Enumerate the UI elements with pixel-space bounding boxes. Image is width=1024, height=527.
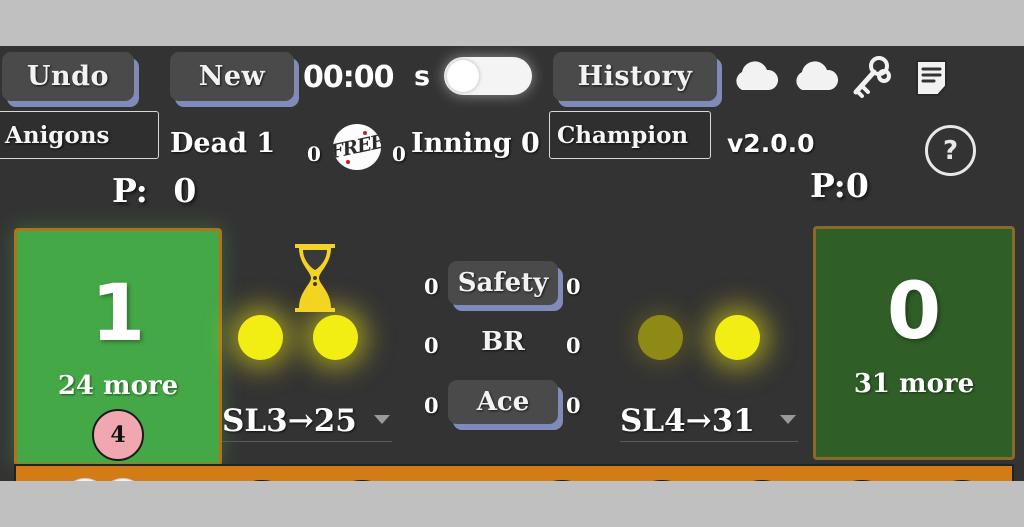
player1-current-ball[interactable]: 4 <box>92 409 144 461</box>
player1-sl-value: SL3→25 <box>222 403 357 439</box>
ace-count-left[interactable]: 0 <box>424 393 439 418</box>
timer-unit-label: s <box>414 61 431 92</box>
player2-more-text: 31 more <box>853 369 975 399</box>
player1-p-prefix: P: <box>112 171 148 210</box>
ace-row: 0 Ace 0 <box>410 380 600 428</box>
free-badge-icon[interactable]: FREE <box>333 124 381 170</box>
key-icon[interactable] <box>848 56 894 104</box>
safety-count-right[interactable]: 0 <box>566 274 581 299</box>
safety-count-left[interactable]: 0 <box>424 274 439 299</box>
player2-points-label: P:0 <box>810 166 869 205</box>
ace-button[interactable]: Ace <box>448 380 558 424</box>
player1-points-label: P: 0 <box>112 171 196 210</box>
undo-button[interactable]: Undo <box>2 52 134 101</box>
free-badge-label: FREE <box>333 130 381 164</box>
player2-score: 0 <box>886 267 942 357</box>
br-label: BR <box>481 327 525 357</box>
help-icon[interactable]: ? <box>925 125 976 176</box>
player2-lamp-1[interactable] <box>638 315 683 360</box>
player1-score-panel[interactable]: 1 24 more 4 <box>14 228 222 466</box>
ball-rack: DEAD 2356789 <box>14 464 1014 481</box>
new-game-button[interactable]: New <box>170 52 294 101</box>
system-status-bar <box>0 0 1024 46</box>
system-navigation-bar <box>0 481 1024 527</box>
dead-count-label: Dead 1 <box>170 128 276 159</box>
history-button[interactable]: History <box>553 52 717 101</box>
chevron-down-icon <box>374 415 390 424</box>
timer-display: 00:00 <box>303 60 394 95</box>
hourglass-icon[interactable] <box>287 240 343 320</box>
toggle-knob <box>447 60 479 92</box>
player1-p-value: 0 <box>173 171 197 210</box>
cloud-upload-icon[interactable] <box>729 56 779 102</box>
app-root: Undo New 00:00 s History Anigons Dead 1 … <box>0 46 1024 481</box>
inning-label: Inning 0 <box>411 128 540 159</box>
br-count-left[interactable]: 0 <box>424 333 439 358</box>
free-count-right[interactable]: 0 <box>392 142 406 166</box>
ace-count-right[interactable]: 0 <box>566 393 581 418</box>
cloud-download-icon[interactable] <box>789 56 839 102</box>
note-icon[interactable] <box>912 58 954 102</box>
br-count-right[interactable]: 0 <box>566 333 581 358</box>
player1-more-text: 24 more <box>57 371 179 401</box>
player2-sl-dropdown[interactable]: SL4→31 <box>620 403 798 442</box>
player2-sl-value: SL4→31 <box>620 403 755 439</box>
chevron-down-icon <box>780 415 796 424</box>
player2-score-panel[interactable]: 0 31 more <box>813 226 1015 460</box>
dead-ball-group[interactable]: DEAD <box>16 474 196 481</box>
free-badge-dot <box>346 160 350 164</box>
br-row: 0 BR 0 <box>410 320 600 368</box>
timer-toggle-switch[interactable] <box>444 57 532 95</box>
player1-score: 1 <box>90 269 146 359</box>
player1-lamp-1[interactable] <box>238 315 283 360</box>
safety-button[interactable]: Safety <box>448 261 558 305</box>
player1-sl-dropdown[interactable]: SL3→25 <box>222 403 392 442</box>
version-label: v2.0.0 <box>727 129 815 158</box>
safety-row: 0 Safety 0 <box>410 261 600 309</box>
player2-name-input[interactable]: Champion <box>549 111 711 159</box>
player2-lamp-2[interactable] <box>715 315 760 360</box>
player1-name-input[interactable]: Anigons <box>0 111 159 159</box>
player1-lamp-2[interactable] <box>313 315 358 360</box>
free-count-left[interactable]: 0 <box>307 142 321 166</box>
